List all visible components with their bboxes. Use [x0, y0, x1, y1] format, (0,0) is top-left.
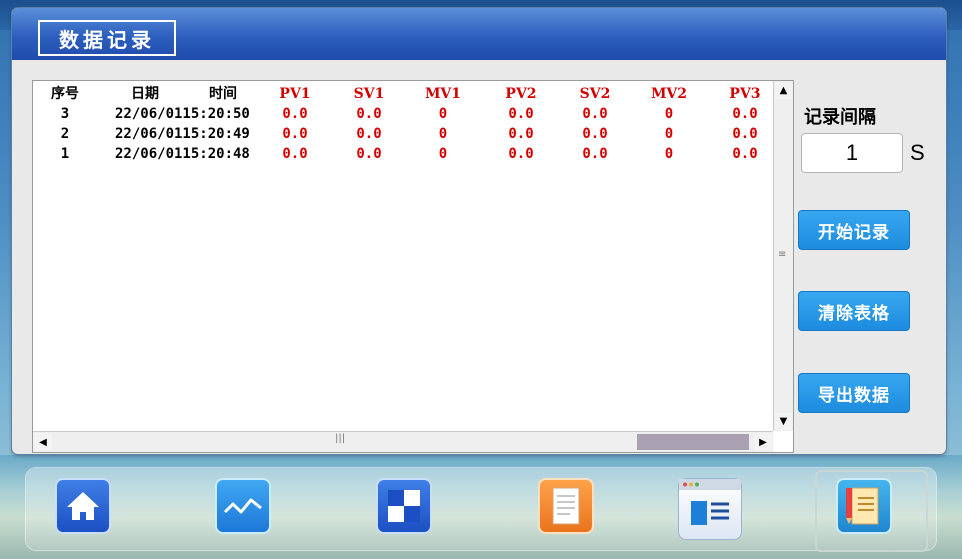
scroll-grip-icon: ≡ — [778, 249, 787, 260]
cell-datetime: 22/06/0115:20:48 — [115, 146, 250, 162]
header-seq: 序号 — [51, 86, 79, 102]
cell-pv1: 0.0 — [282, 106, 308, 122]
window-title: 数据记录 — [38, 20, 176, 56]
scroll-right-arrow-icon[interactable]: ▶ — [754, 433, 772, 451]
header-sv2: SV2 — [579, 86, 611, 102]
export-data-button[interactable]: 导出数据 — [798, 373, 910, 413]
cell-sv2: 0.0 — [582, 146, 608, 162]
header-date: 日期 — [131, 86, 159, 102]
cell-mv2: 0 — [664, 146, 674, 162]
table-header-row: 序号 日期 时间 PV1 SV1 MV1 PV2 SV2 MV2 PV3 — [33, 84, 773, 104]
header-pv2: PV2 — [505, 86, 537, 102]
document-icon[interactable] — [538, 478, 594, 534]
cell-pv3: 0.0 — [732, 106, 758, 122]
clear-table-button[interactable]: 清除表格 — [798, 291, 910, 331]
edit-document-icon[interactable] — [836, 478, 892, 534]
cell-seq: 3 — [60, 106, 70, 122]
cell-pv2: 0.0 — [508, 146, 534, 162]
grid-icon[interactable] — [376, 478, 432, 534]
header-pv1: PV1 — [279, 86, 311, 102]
cell-mv2: 0 — [664, 126, 674, 142]
list-window-icon[interactable] — [678, 478, 742, 540]
cell-pv2: 0.0 — [508, 126, 534, 142]
cell-pv3: 0.0 — [732, 126, 758, 142]
interval-input[interactable]: 1 — [801, 133, 903, 173]
cell-mv1: 0 — [438, 126, 448, 142]
trend-icon[interactable] — [215, 478, 271, 534]
interval-unit: S — [910, 140, 925, 165]
start-record-button[interactable]: 开始记录 — [798, 210, 910, 250]
table-row[interactable]: 3 22/06/0115:20:50 0.0 0.0 0 0.0 0.0 0 0… — [33, 104, 773, 124]
interval-label: 记录间隔 — [804, 107, 876, 128]
scrollbar-corner — [773, 431, 793, 452]
header-mv2: MV2 — [650, 86, 688, 102]
scroll-down-arrow-icon[interactable]: ▼ — [775, 413, 792, 430]
record-table[interactable]: 序号 日期 时间 PV1 SV1 MV1 PV2 SV2 MV2 PV3 3 2… — [32, 80, 794, 453]
vertical-scrollbar[interactable]: ▲ ≡ ▼ — [773, 81, 793, 431]
header-mv1: MV1 — [424, 86, 462, 102]
header-sv1: SV1 — [353, 86, 385, 102]
cell-sv2: 0.0 — [582, 106, 608, 122]
bottom-dock — [26, 468, 936, 550]
cell-seq: 1 — [60, 146, 70, 162]
table-row[interactable]: 1 22/06/0115:20:48 0.0 0.0 0 0.0 0.0 0 0… — [33, 144, 773, 164]
cell-mv1: 0 — [438, 106, 448, 122]
table-row[interactable]: 2 22/06/0115:20:49 0.0 0.0 0 0.0 0.0 0 0… — [33, 124, 773, 144]
scroll-left-arrow-icon[interactable]: ◀ — [34, 433, 52, 451]
home-icon[interactable] — [55, 478, 111, 534]
cell-sv1: 0.0 — [356, 146, 382, 162]
cell-pv2: 0.0 — [508, 106, 534, 122]
cell-seq: 2 — [60, 126, 70, 142]
cell-pv3: 0.0 — [732, 146, 758, 162]
header-pv3: PV3 — [729, 86, 761, 102]
scroll-up-arrow-icon[interactable]: ▲ — [775, 82, 792, 99]
cell-datetime: 22/06/0115:20:50 — [115, 106, 250, 122]
cell-sv1: 0.0 — [356, 106, 382, 122]
horizontal-scroll-thumb[interactable] — [637, 434, 749, 450]
cell-pv1: 0.0 — [282, 146, 308, 162]
header-time: 时间 — [209, 86, 237, 102]
horizontal-scrollbar[interactable]: ◀ ||| ▶ — [33, 431, 773, 452]
cell-datetime: 22/06/0115:20:49 — [115, 126, 250, 142]
scroll-grip-icon: ||| — [335, 433, 346, 444]
cell-mv2: 0 — [664, 106, 674, 122]
cell-sv2: 0.0 — [582, 126, 608, 142]
cell-pv1: 0.0 — [282, 126, 308, 142]
cell-sv1: 0.0 — [356, 126, 382, 142]
title-bar: 数据记录 — [12, 8, 946, 60]
cell-mv1: 0 — [438, 146, 448, 162]
